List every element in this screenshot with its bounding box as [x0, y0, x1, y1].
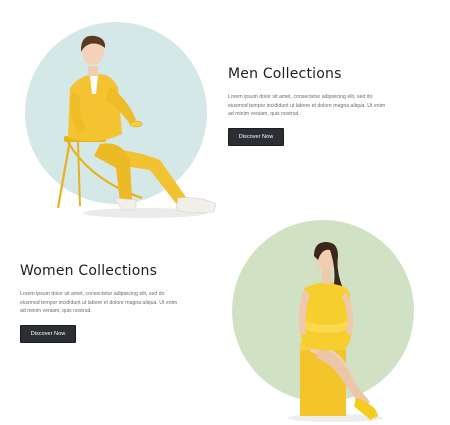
men-collection-copy: Men Collections Lorem ipsum dolor sit am… [228, 66, 398, 146]
men-discover-now-button[interactable]: Discover Now [228, 127, 284, 146]
women-collection-copy: Women Collections Lorem ipsum dolor sit … [20, 263, 190, 343]
men-collection-section: Men Collections Lorem ipsum dolor sit am… [0, 0, 450, 220]
women-discover-now-button[interactable]: Discover Now [20, 324, 76, 343]
men-model-image [56, 35, 217, 218]
women-collection-title: Women Collections [20, 263, 158, 279]
men-collection-title: Men Collections [228, 66, 342, 82]
women-collection-section: Women Collections Lorem ipsum dolor sit … [0, 220, 450, 425]
men-collection-description: Lorem ipsum dolor sit amet, consectetur … [228, 94, 386, 118]
women-collection-description: Lorem ipsum dolor sit amet, consectetur … [20, 291, 178, 315]
women-model-image [287, 242, 383, 422]
